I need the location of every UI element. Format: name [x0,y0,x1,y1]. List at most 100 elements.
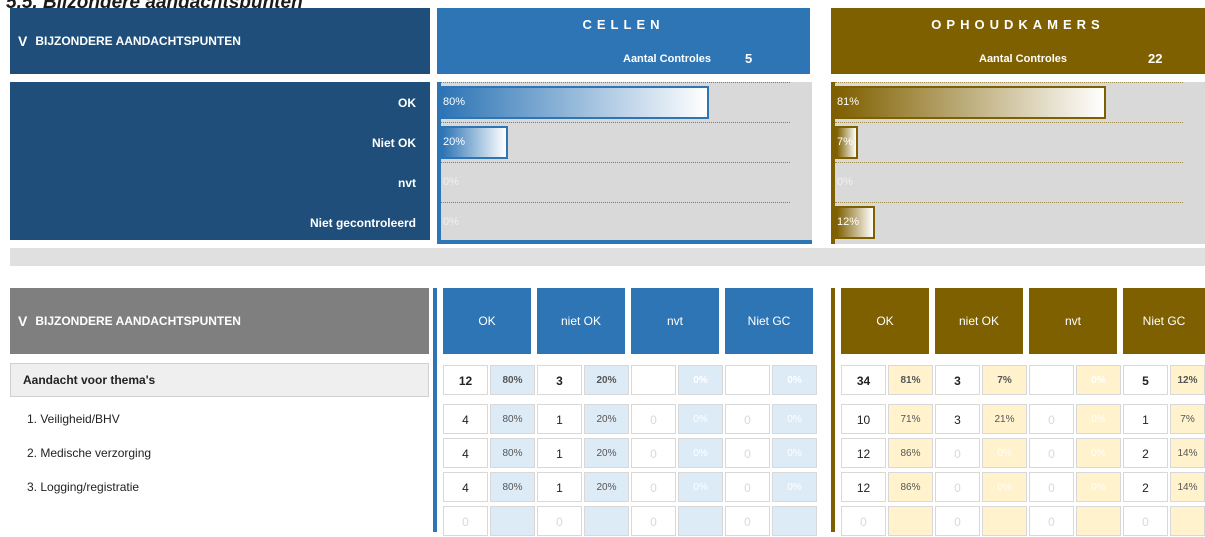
cellen-count-cell: 0 [631,472,676,502]
cellen-pct-ok: 80% [443,96,466,108]
ophoudkamers-bar-panel: 81% 7% 0% 12% [831,82,1205,244]
oph-pct-cell: 71% [888,404,933,434]
cellen-pct-cell: 80% [490,438,535,468]
cellen-count-cell: 4 [443,472,488,502]
cellen-pct-cell: 20% [584,438,629,468]
oph-pct-cell: 86% [888,438,933,468]
oph-count-cell: 3 [935,404,980,434]
oph-count-cell: 0 [935,438,980,468]
cellen-col-niet-gc: Niet GC [725,288,813,354]
ophoudkamers-title: OPHOUDKAMERS [931,17,1105,32]
row-label-nvt: nvt [398,176,416,190]
cellen-count-cell: 4 [443,404,488,434]
oph-col-nvt: nvt [1029,288,1117,354]
oph-pct-cell: 0% [1076,438,1121,468]
oph-pct-niet-gc: 12% [837,216,860,228]
item-label: 3. Logging/registratie [27,480,140,494]
oph-pct-cell: 0% [1076,365,1121,395]
cellen-col-nvt: nvt [631,288,719,354]
cellen-bar-row: 80% [441,82,812,122]
cellen-pct-niet-gc: 0% [443,216,459,228]
table-roman: V [18,313,28,329]
cellen-count: 5 [745,51,753,66]
oph-count-cell: 12 [841,472,886,502]
oph-count-cell: 1 [1123,404,1168,434]
theme-row-label: Aandacht voor thema's [10,363,429,397]
divider-strip [10,248,1205,266]
cellen-pct-niet-ok: 20% [443,136,466,148]
oph-pct-cell: 86% [888,472,933,502]
row-label-niet-gecontroleerd: Niet gecontroleerd [309,216,416,230]
oph-count-cell: 0 [1029,472,1074,502]
oph-count-cell: 0 [1029,438,1074,468]
oph-bar-row: 81% [835,82,1205,122]
oph-pct-cell: 14% [1170,472,1205,502]
cellen-pct-cell: 20% [584,365,629,395]
cellen-count-cell: 1 [537,438,582,468]
oph-pct-niet-ok: 7% [837,136,853,148]
cellen-pct-cell: 0% [772,472,817,502]
oph-pct-cell: 0% [982,472,1027,502]
cellen-count-label: Aantal Controles [623,53,712,65]
ophoudkamers-count: 22 [1148,51,1163,66]
oph-bar-row: 0% [835,162,1205,202]
cellen-pct-cell: 20% [584,472,629,502]
cellen-pct-cell: 0% [678,438,723,468]
row-label-ok: OK [398,96,416,110]
oph-bar-row: 7% [835,122,1205,162]
table-header: V BIJZONDERE AANDACHTSPUNTEN [10,288,429,354]
oph-count-cell: 34 [841,365,886,395]
cellen-pct-cell: 0% [772,365,817,395]
row-label-panel: OK Niet OK nvt Niet gecontroleerd [10,82,430,240]
cellen-pct-cell: 0% [678,404,723,434]
ophoudkamers-header: OPHOUDKAMERS Aantal Controles 22 [831,8,1205,74]
item-label: 1. Veiligheid/BHV [27,412,120,426]
oph-count-cell [1029,365,1074,395]
cellen-pct-nvt: 0% [443,176,459,188]
cellen-count-cell [725,365,770,395]
cellen-pct-cell: 0% [678,365,723,395]
oph-pct-ok: 81% [837,96,860,108]
oph-divider [831,288,835,532]
oph-count-cell: 2 [1123,472,1168,502]
oph-bar-ok [835,86,1107,119]
cellen-pct-cell: 20% [584,404,629,434]
cellen-count-cell: 4 [443,438,488,468]
cellen-pct-cell: 80% [490,404,535,434]
cellen-bar-ok [441,86,709,119]
oph-bar-row: 12% [835,202,1205,242]
oph-pct-cell: 21% [982,404,1027,434]
ophoudkamers-count-label: Aantal Controles [979,53,1068,65]
cellen-count-cell [631,365,676,395]
oph-count-cell: 5 [1123,365,1168,395]
oph-count-cell: 12 [841,438,886,468]
cellen-count-cell: 1 [537,404,582,434]
cellen-count-cell: 12 [443,365,488,395]
oph-pct-cell: 0% [1076,404,1121,434]
oph-pct-cell: 7% [982,365,1027,395]
cellen-pct-cell: 0% [772,438,817,468]
oph-count-cell: 2 [1123,438,1168,468]
row-label-niet-ok: Niet OK [371,136,416,150]
oph-count-cell: 3 [935,365,980,395]
cellen-header: CELLEN Aantal Controles 5 [437,8,810,74]
cellen-count-cell: 0 [631,438,676,468]
cellen-count-cell: 3 [537,365,582,395]
oph-col-niet-ok: niet OK [935,288,1023,354]
table-header-label: BIJZONDERE AANDACHTSPUNTEN [35,314,241,328]
oph-count-cell: 10 [841,404,886,434]
oph-col-ok: OK [841,288,929,354]
summary-header: V BIJZONDERE AANDACHTSPUNTEN [10,8,430,74]
cellen-col-niet-ok: niet OK [537,288,625,354]
cellen-col-ok: OK [443,288,531,354]
oph-count-cell: 0 [1029,404,1074,434]
oph-pct-nvt: 0% [837,176,853,188]
cellen-title: CELLEN [582,17,665,32]
section-roman: V [18,33,28,49]
cellen-pct-cell: 0% [772,404,817,434]
cellen-bar-row: 0% [441,162,812,202]
cellen-count-cell: 0 [725,438,770,468]
cellen-bar-row: 0% [441,202,812,242]
item-label: 2. Medische verzorging [27,446,152,460]
section-label: BIJZONDERE AANDACHTSPUNTEN [35,34,241,48]
